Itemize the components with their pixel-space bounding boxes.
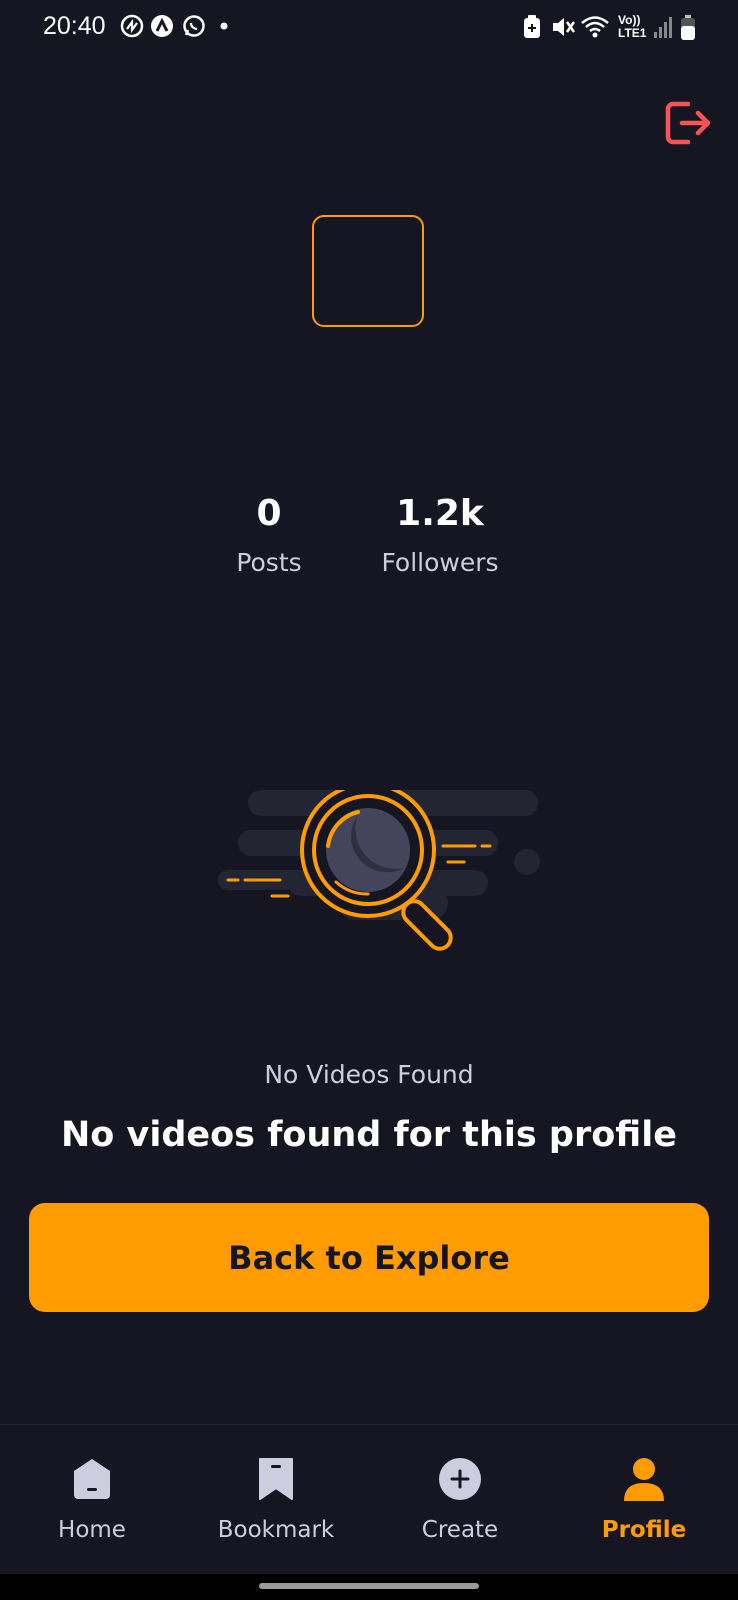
- avatar: [312, 215, 424, 327]
- followers-stat: 1.2k Followers: [360, 493, 520, 577]
- empty-title: No Videos Found: [264, 1060, 474, 1089]
- profile-icon: [624, 1458, 664, 1501]
- plus-icon: [439, 1458, 481, 1500]
- back-to-explore-button[interactable]: Back to Explore: [29, 1203, 709, 1312]
- followers-count: 1.2k: [396, 493, 484, 534]
- logout-icon[interactable]: [664, 100, 712, 146]
- battery-saver-icon: [524, 15, 540, 38]
- bookmark-icon: [259, 1458, 293, 1500]
- battery-icon: [681, 15, 695, 40]
- app-icon: [151, 15, 173, 37]
- tab-create-label: Create: [421, 1517, 499, 1543]
- magnifier-empty-icon: [218, 790, 540, 951]
- tab-bar: Home Bookmark Create Profile: [0, 1424, 738, 1575]
- whatsapp-icon: [183, 15, 205, 37]
- home-icon: [74, 1459, 110, 1499]
- tab-bookmark-label: Bookmark: [217, 1517, 335, 1543]
- dot-icon: [220, 22, 228, 30]
- status-bar: 20:40 Vo)) LTE1: [0, 0, 738, 56]
- home-indicator[interactable]: [259, 1583, 479, 1589]
- followers-label: Followers: [381, 548, 499, 577]
- notification-icon: [120, 14, 144, 38]
- system-nav-bar: [0, 1574, 738, 1600]
- wifi-icon: [581, 16, 609, 38]
- signal-icon: [654, 17, 672, 38]
- network-label: Vo)) LTE1: [618, 13, 647, 40]
- status-time: 20:40: [43, 12, 106, 40]
- posts-stat: 0 Posts: [209, 493, 329, 577]
- mute-icon: [553, 18, 576, 36]
- posts-label: Posts: [236, 548, 302, 577]
- empty-subtitle: No videos found for this profile: [61, 1115, 677, 1155]
- tab-home-label: Home: [58, 1517, 126, 1543]
- posts-count: 0: [256, 493, 282, 534]
- tab-profile-label: Profile: [601, 1517, 687, 1543]
